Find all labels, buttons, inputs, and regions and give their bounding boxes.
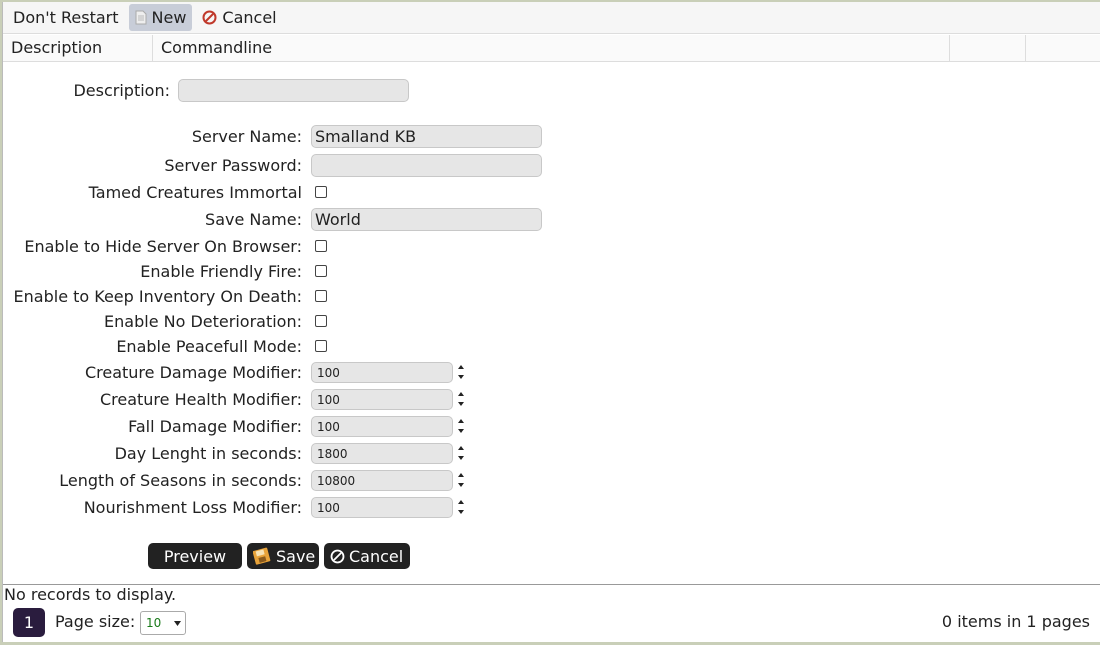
page-size-label: Page size: <box>55 612 136 631</box>
creature-damage-input[interactable] <box>311 362 453 383</box>
day-length-spinner-icon[interactable] <box>456 443 466 463</box>
new-button[interactable]: New <box>128 4 193 31</box>
save-button-label: Save <box>276 546 316 566</box>
chevron-down-icon <box>174 621 181 626</box>
creature-health-label: Creature Health Modifier: <box>99 390 302 409</box>
tamed-creatures-label: Tamed Creatures Immortal <box>88 183 302 202</box>
server-name-input[interactable] <box>311 125 542 148</box>
description-input[interactable] <box>178 79 409 102</box>
column-header-description[interactable]: Description <box>3 35 153 61</box>
pager-page-1-button[interactable]: 1 <box>13 608 45 637</box>
column-header-blank-1 <box>950 35 1026 61</box>
page-size-select[interactable]: 10 <box>140 611 186 635</box>
new-button-label: New <box>151 8 187 27</box>
column-header-commandline[interactable]: Commandline <box>153 35 950 61</box>
nourishment-spinner-icon[interactable] <box>456 497 466 517</box>
hide-server-checkbox[interactable] <box>315 240 327 252</box>
keep-inventory-label: Enable to Keep Inventory On Death: <box>13 287 302 306</box>
toolbar: Don't Restart New Cancel <box>3 2 1100 34</box>
keep-inventory-checkbox[interactable] <box>315 290 327 302</box>
server-name-label: Server Name: <box>191 127 302 146</box>
no-records-message: No records to display. <box>4 585 177 604</box>
page-size-value: 10 <box>146 616 162 630</box>
peaceful-mode-checkbox[interactable] <box>315 340 327 352</box>
toolbar-cancel-label: Cancel <box>222 8 277 27</box>
creature-health-input[interactable] <box>311 389 453 410</box>
server-password-label: Server Password: <box>164 156 302 175</box>
save-name-label: Save Name: <box>205 210 302 229</box>
grid-header: Description Commandline <box>3 35 1100 62</box>
cancel-circle-icon <box>202 10 217 25</box>
creature-damage-label: Creature Damage Modifier: <box>84 363 302 382</box>
document-icon <box>135 10 147 25</box>
preview-button[interactable]: Preview <box>148 543 242 569</box>
description-label: Description: <box>73 81 170 100</box>
dont-restart-button[interactable]: Don't Restart <box>9 4 123 31</box>
nourishment-input[interactable] <box>311 497 453 518</box>
fall-damage-spinner-icon[interactable] <box>456 416 466 436</box>
season-length-input[interactable] <box>311 470 453 491</box>
items-count: 0 items in 1 pages <box>941 612 1090 631</box>
creature-damage-spinner-icon[interactable] <box>456 362 466 382</box>
server-password-input[interactable] <box>311 154 542 177</box>
hide-server-label: Enable to Hide Server On Browser: <box>24 237 302 256</box>
server-config-panel: Don't Restart New Cancel Description Com… <box>2 2 1100 642</box>
fall-damage-label: Fall Damage Modifier: <box>128 417 302 436</box>
no-deterioration-label: Enable No Deterioration: <box>104 312 302 331</box>
day-length-label: Day Lenght in seconds: <box>114 444 302 463</box>
friendly-fire-label: Enable Friendly Fire: <box>140 262 302 281</box>
season-length-spinner-icon[interactable] <box>456 470 466 490</box>
peaceful-mode-label: Enable Peacefull Mode: <box>116 337 302 356</box>
floppy-disk-icon <box>253 547 271 565</box>
day-length-input[interactable] <box>311 443 453 464</box>
cancel-circle-icon <box>330 549 345 564</box>
fall-damage-input[interactable] <box>311 416 453 437</box>
form-cancel-button[interactable]: Cancel <box>324 543 410 569</box>
nourishment-label: Nourishment Loss Modifier: <box>83 498 302 517</box>
column-header-blank-2 <box>1026 35 1099 61</box>
friendly-fire-checkbox[interactable] <box>315 265 327 277</box>
save-button[interactable]: Save <box>247 543 319 569</box>
no-deterioration-checkbox[interactable] <box>315 315 327 327</box>
creature-health-spinner-icon[interactable] <box>456 389 466 409</box>
form-cancel-label: Cancel <box>349 546 404 566</box>
season-length-label: Length of Seasons in seconds: <box>59 471 302 490</box>
save-name-input[interactable] <box>311 208 542 231</box>
toolbar-cancel-button[interactable]: Cancel <box>198 4 280 31</box>
tamed-creatures-checkbox[interactable] <box>315 186 327 198</box>
